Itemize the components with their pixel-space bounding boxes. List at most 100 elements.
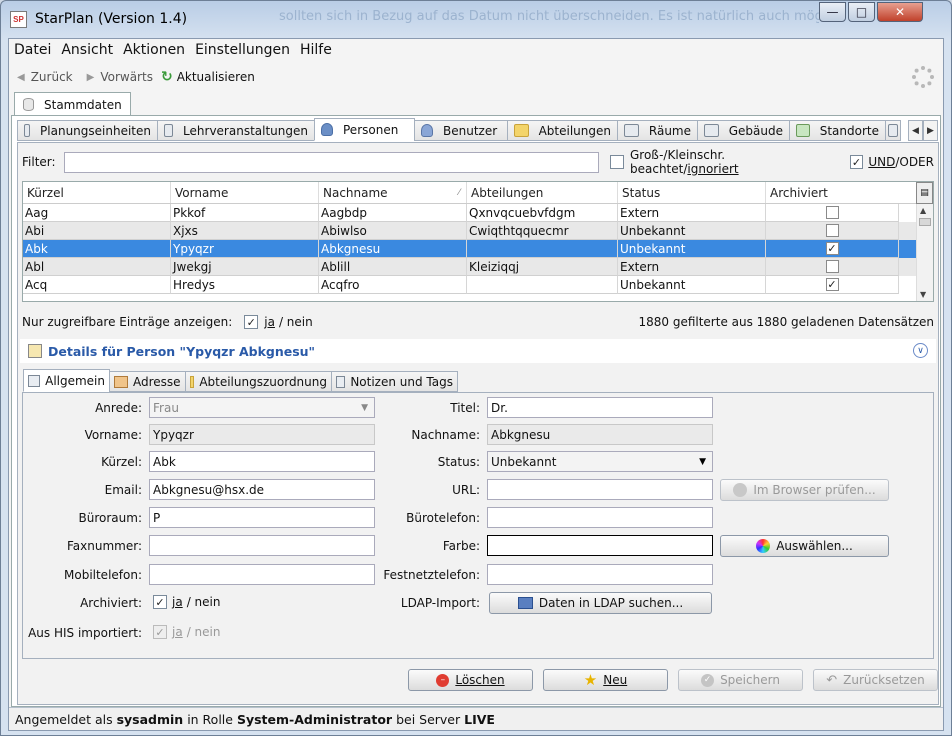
tab-personen[interactable]: Personen [314,118,415,141]
entity-tabs: Planungseinheiten Lehrveranstaltungen Pe… [17,118,939,142]
mobiltelefon-field[interactable] [149,564,375,585]
vorname-field[interactable]: Ypyqzr [149,424,375,445]
menu-aktionen[interactable]: Aktionen [118,42,190,58]
kuerzel-field[interactable]: Abk [149,451,375,472]
background-window-text: sollten sich in Bezug auf das Datum nich… [279,9,819,24]
col-vorname[interactable]: Vorname [171,182,319,203]
table-cell-abteilungen: Kleiziqqj [467,258,618,276]
table-cell-archiviert [766,204,899,222]
save-button[interactable]: ✓ Speichern [678,669,803,691]
mobiltelefon-label: Mobiltelefon: [64,568,142,582]
archiviert-checkbox[interactable]: ✓ [153,595,167,609]
menu-ansicht[interactable]: Ansicht [56,42,118,58]
tab-notizen[interactable]: Notizen und Tags [331,371,458,392]
only-accessible-ja[interactable]: ja [264,315,275,329]
email-field[interactable]: Abkgnesu@hsx.de [149,479,375,500]
tab-allgemein[interactable]: Allgemein [23,369,110,392]
column-chooser-icon[interactable]: ▤ [916,182,933,204]
titel-label: Titel: [450,401,480,415]
filter-input[interactable] [63,151,600,173]
color-field[interactable] [487,535,713,556]
col-kuerzel[interactable]: Kürzel [23,182,171,203]
archiviert-row-checkbox[interactable] [825,206,839,219]
detail-tabs: Allgemein Adresse Abteilungszuordnung No… [23,369,458,393]
archiviert-nein[interactable]: / nein [187,595,221,609]
titel-field[interactable]: Dr. [487,397,713,418]
tab-scroll-left-icon[interactable]: ◀ [908,120,923,141]
archiviert-row-checkbox[interactable]: ✓ [825,278,839,291]
col-archiviert[interactable]: Archiviert [766,182,916,203]
tab-scroll-right-icon[interactable]: ▶ [923,120,938,141]
tab-stammdaten[interactable]: Stammdaten [14,92,131,116]
case-sensitive-checkbox[interactable] [610,155,624,169]
tab-gebaeude[interactable]: Gebäude [697,120,790,141]
archiviert-ja[interactable]: ja [172,595,183,609]
tab-label: Räume [648,123,691,138]
nachname-field[interactable]: Abkgnesu [487,424,713,445]
status-select[interactable]: Unbekannt ▼ [487,451,713,472]
tab-lehrveranstaltungen[interactable]: Lehrveranstaltungen [157,120,315,141]
reset-button[interactable]: ↶ Zurücksetzen [813,669,938,691]
tab-label: Lehrveranstaltungen [183,123,308,138]
status-user: sysadmin [116,711,184,727]
only-accessible-checkbox[interactable]: ✓ [244,315,259,329]
case-ignore-link[interactable]: ignoriert [687,162,738,176]
tab-abteilungszuordnung[interactable]: Abteilungszuordnung [185,371,332,392]
refresh-button[interactable]: ↻ Aktualisieren [161,69,255,85]
archiviert-row-checkbox[interactable] [825,224,839,237]
only-accessible-nein[interactable]: / nein [279,315,313,329]
tab-standorte[interactable]: Standorte [789,120,886,141]
table-cell-kuerzel: Abl [23,258,171,276]
col-abteilungen[interactable]: Abteilungen [467,182,618,203]
minimize-button[interactable]: — [819,2,846,22]
tab-overflow[interactable] [885,120,901,141]
buerotelefon-field[interactable] [487,507,713,528]
close-button[interactable]: ✕ [877,2,923,22]
scroll-down-icon[interactable]: ▼ [920,290,926,299]
col-nachname[interactable]: Nachname ⁄ [319,182,467,203]
location-icon [796,124,810,137]
choose-color-button[interactable]: Auswählen... [720,535,889,557]
col-status[interactable]: Status [618,182,766,203]
bueroraum-field[interactable]: P [149,507,375,528]
and-or-checkbox[interactable]: ✓ [849,155,864,169]
table-row[interactable]: Aag Pkkof Aagbdp Qxnvqcuebvfdgm Extern [23,204,933,222]
tab-abteilungen[interactable]: Abteilungen [507,120,618,141]
festnetz-field[interactable] [487,564,713,585]
url-field[interactable] [487,479,713,500]
collapse-icon[interactable]: ∨ [913,343,928,358]
menu-datei[interactable]: Datei [9,42,56,58]
faxnummer-field[interactable] [149,535,375,556]
menu-einstellungen[interactable]: Einstellungen [190,42,295,58]
tab-planungseinheiten[interactable]: Planungseinheiten [17,120,158,141]
kuerzel-label: Kürzel: [101,455,142,469]
archiviert-row-checkbox[interactable]: ✓ [825,242,839,255]
archiviert-toggle: ✓ ja / nein [153,595,220,609]
forward-button[interactable]: ▶ Vorwärts [87,70,153,84]
new-button[interactable]: ★ Neu [543,669,668,691]
browser-check-button[interactable]: Im Browser prüfen... [720,479,889,501]
tab-raeume[interactable]: Räume [617,120,698,141]
persons-table: Kürzel Vorname Nachname ⁄ Abteilungen Sta… [22,181,934,302]
ldap-search-button[interactable]: Daten in LDAP suchen... [489,592,712,614]
tab-benutzer[interactable]: Benutzer [414,120,508,141]
maximize-button[interactable]: □ [848,2,875,22]
back-button[interactable]: ◀ Zurück [17,70,73,84]
table-row[interactable]: Acq Hredys Acqfro Unbekannt ✓ [23,276,933,294]
anrede-select[interactable]: Frau ▼ [149,397,375,418]
and-link[interactable]: UND [868,155,895,169]
table-scrollbar[interactable]: ▲ ▼ [916,204,933,301]
table-cell-archiviert: ✓ [766,276,899,294]
table-row[interactable]: Abi Xjxs Abiwlso Cwiqthtqquecmr Unbekannt [23,222,933,240]
tab-label: Gebäude [728,123,783,138]
delete-button[interactable]: – Löschen [408,669,533,691]
tab-adresse[interactable]: Adresse [109,371,186,392]
scroll-thumb[interactable] [919,218,931,226]
archiviert-row-checkbox[interactable] [825,260,839,273]
menu-hilfe[interactable]: Hilfe [295,42,337,58]
table-row[interactable]: Abl Jwekgj Ablill Kleiziqqj Extern [23,258,933,276]
table-cell-vorname: Ypyqzr [171,240,319,258]
scroll-up-icon[interactable]: ▲ [920,206,926,215]
table-row[interactable]: Abk Ypyqzr Abkgnesu Unbekannt ✓ [23,240,933,258]
edit-icon [28,344,42,358]
